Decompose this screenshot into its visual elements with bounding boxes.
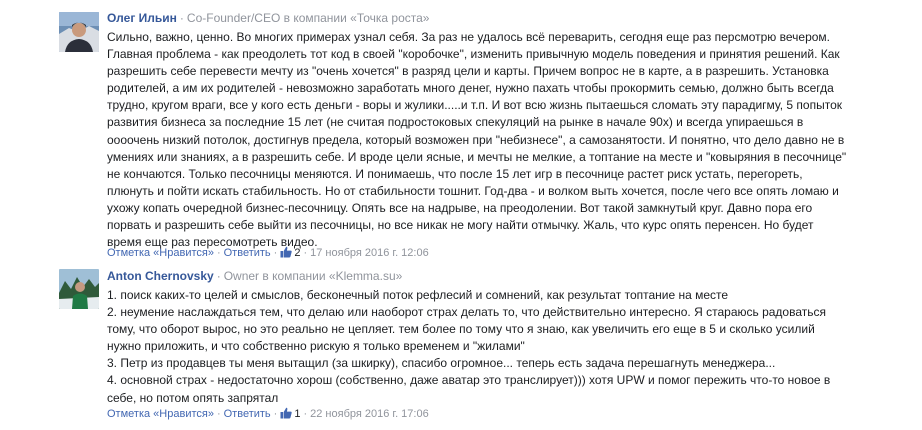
separator: · (216, 269, 221, 283)
separator: · (216, 247, 221, 259)
separator: · (273, 408, 278, 420)
reply-link[interactable]: Ответить (224, 408, 271, 420)
author-role: Co-Founder/CEO в компании «Точка роста» (186, 11, 430, 25)
avatar[interactable] (59, 269, 99, 309)
comment-header: Олег Ильин · Co-Founder/CEO в компании «То… (107, 10, 429, 26)
author-name[interactable]: Anton Chernovsky (107, 269, 214, 283)
avatar-photo (59, 269, 99, 309)
author-name[interactable]: Олег Ильин (107, 11, 177, 25)
comment-actions: Отметка «Нравится» · Ответить · 2 · 17 ноября … (107, 246, 429, 260)
comment-text: Сильно, важно, ценно. Во многих примерах… (107, 30, 847, 250)
like-count: 1 (294, 408, 301, 420)
like-link[interactable]: Отметка «Нравится» (107, 247, 214, 259)
thumbs-up-icon (280, 407, 293, 419)
separator: · (179, 11, 184, 25)
author-role: Owner в компании «Klemma.su» (223, 269, 403, 283)
comment-date[interactable]: 22 ноября 2016 г. 17:06 (310, 408, 429, 420)
separator: · (303, 408, 308, 420)
separator: · (303, 247, 308, 259)
comment-date[interactable]: 17 ноября 2016 г. 12:06 (310, 247, 429, 259)
separator: · (216, 408, 221, 420)
comment-header: Anton Chernovsky · Owner в компании «Klemm… (107, 268, 402, 284)
comment-actions: Отметка «Нравится» · Ответить · 1 · 22 ноября … (107, 407, 429, 421)
reply-link[interactable]: Ответить (224, 247, 271, 259)
comment-text: 1. поиск каких-то целей и смыслов, беско… (107, 288, 831, 405)
thumbs-up-icon (280, 246, 293, 258)
avatar-photo (59, 12, 99, 52)
like-link[interactable]: Отметка «Нравится» (107, 408, 214, 420)
like-count: 2 (294, 247, 301, 259)
avatar[interactable] (59, 12, 99, 52)
separator: · (273, 247, 278, 259)
